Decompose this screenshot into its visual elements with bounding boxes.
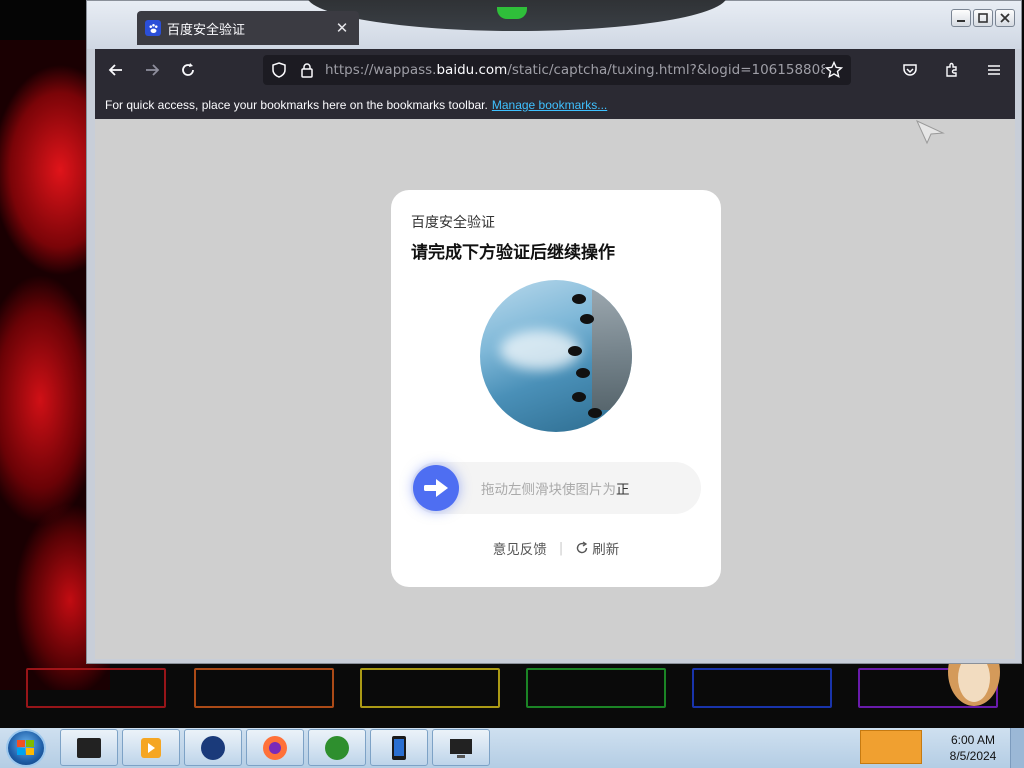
windows-logo-icon xyxy=(17,740,34,755)
feedback-link[interactable]: 意见反馈 xyxy=(493,538,547,558)
wallpaper-glow-red xyxy=(26,668,166,708)
rotate-puzzle-image xyxy=(480,280,632,432)
forward-arrow-icon xyxy=(146,64,160,76)
navigation-toolbar: https://wappass.baidu.com/static/captcha… xyxy=(95,49,1015,91)
hamburger-menu-icon xyxy=(988,65,1000,75)
wallpaper-glow-blue xyxy=(692,668,832,708)
window-controls xyxy=(951,9,1015,27)
taskbar-firefox[interactable] xyxy=(246,729,304,766)
footer-separator: | xyxy=(558,540,564,556)
slider-track: 拖动左侧滑块使图片为正 xyxy=(411,462,701,514)
taskbar-app-3[interactable] xyxy=(184,729,242,766)
back-arrow-icon xyxy=(108,64,122,76)
slider-hint: 拖动左侧滑块使图片为正 xyxy=(481,482,630,498)
bookmarks-hint-text: For quick access, place your bookmarks h… xyxy=(105,98,488,112)
firefox-icon xyxy=(263,735,287,760)
bookmark-star-icon[interactable] xyxy=(825,61,843,79)
page-content: 百度安全验证 请完成下方验证后继续操作 拖动左侧滑块使图片为正 意见反馈 | 刷… xyxy=(95,119,1015,659)
wallpaper-glow-green xyxy=(526,668,666,708)
refresh-link[interactable]: 刷新 xyxy=(575,538,619,558)
close-window-button[interactable] xyxy=(995,9,1015,27)
tab-baidu-verification[interactable]: 百度安全验证 ✕ xyxy=(137,11,359,45)
captcha-subtitle: 百度安全验证 xyxy=(411,215,495,231)
tab-close-icon[interactable]: ✕ xyxy=(333,19,351,37)
minimize-button[interactable] xyxy=(951,9,971,27)
taskbar-app-7[interactable] xyxy=(432,729,490,766)
clock-time: 6:00 AM xyxy=(950,733,996,747)
taskbar-app-6[interactable] xyxy=(370,729,428,766)
slider-handle[interactable] xyxy=(413,465,459,511)
tab-title: 百度安全验证 xyxy=(167,22,246,38)
taskbar-app-5[interactable] xyxy=(308,729,366,766)
url-domain: baidu.com xyxy=(436,62,508,78)
show-desktop-button[interactable] xyxy=(1010,728,1024,768)
monitor-app-icon xyxy=(450,738,472,758)
windows-orb-icon xyxy=(325,735,349,760)
start-button[interactable] xyxy=(6,729,46,767)
toolbar-right xyxy=(889,55,1009,85)
phone-app-icon xyxy=(392,735,406,760)
reload-icon xyxy=(182,63,194,76)
captcha-card: 百度安全验证 请完成下方验证后继续操作 拖动左侧滑块使图片为正 意见反馈 | 刷… xyxy=(391,190,721,587)
manage-bookmarks-link[interactable]: Manage bookmarks... xyxy=(492,98,607,112)
maximize-button[interactable] xyxy=(973,9,993,27)
refresh-icon xyxy=(577,541,588,554)
wallpaper-glow-orange xyxy=(194,668,334,708)
wallpaper-glow-yellow xyxy=(360,668,500,708)
lock-icon[interactable] xyxy=(299,62,315,78)
address-bar[interactable]: https://wappass.baidu.com/static/captcha… xyxy=(263,55,851,85)
arrow-right-icon xyxy=(424,479,448,497)
mouse-pointer-icon xyxy=(915,119,945,145)
back-button[interactable] xyxy=(101,55,131,85)
url-text[interactable]: https://wappass.baidu.com/static/captcha… xyxy=(325,62,825,78)
system-tray[interactable] xyxy=(860,730,922,764)
reload-button[interactable] xyxy=(173,55,203,85)
taskbar-clock[interactable]: 6:00 AM 8/5/2024 xyxy=(938,732,1008,764)
globe-app-icon xyxy=(201,735,225,760)
terminal-app-icon xyxy=(77,737,101,758)
clock-date: 8/5/2024 xyxy=(949,749,997,763)
media-player-icon xyxy=(141,737,161,758)
pocket-icon xyxy=(903,64,917,76)
puzzle-piece-icon xyxy=(946,62,957,77)
menu-button[interactable] xyxy=(979,55,1009,85)
minimize-icon xyxy=(957,20,965,22)
captcha-footer: 意见反馈 | 刷新 xyxy=(391,538,721,558)
frame-indicator xyxy=(497,7,527,19)
close-icon xyxy=(1000,13,1010,23)
taskbar: 6:00 AM 8/5/2024 xyxy=(0,728,1024,768)
maximize-icon xyxy=(978,13,988,23)
captcha-title: 请完成下方验证后继续操作 xyxy=(411,243,615,263)
forward-button[interactable] xyxy=(137,55,167,85)
extensions-button[interactable] xyxy=(937,55,967,85)
taskbar-app-1[interactable] xyxy=(60,729,118,766)
bookmarks-toolbar: For quick access, place your bookmarks h… xyxy=(95,91,1015,119)
window-frame: 百度安全验证 ✕ xyxy=(87,0,1021,49)
baidu-favicon-icon xyxy=(145,20,161,36)
taskbar-app-2[interactable] xyxy=(122,729,180,766)
shield-icon[interactable] xyxy=(271,62,287,78)
pocket-button[interactable] xyxy=(895,55,925,85)
browser-window: 百度安全验证 ✕ https://wappass.baidu.com/stati… xyxy=(86,0,1022,664)
